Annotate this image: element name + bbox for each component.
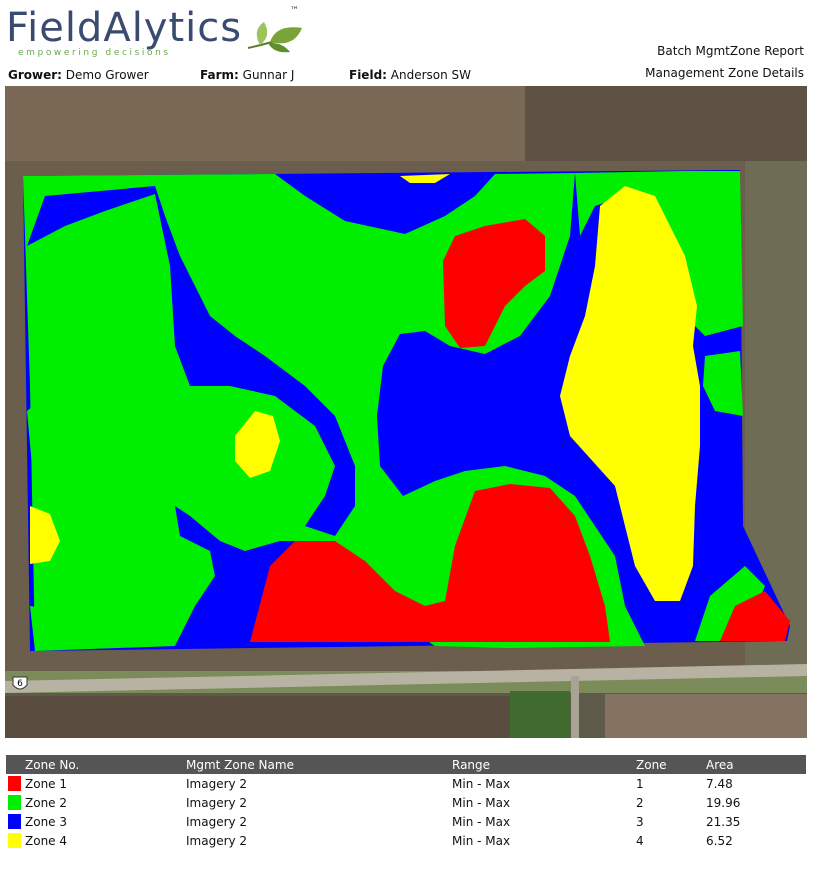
- road-shield: 6: [12, 676, 28, 690]
- header-zone: Zone: [634, 755, 704, 774]
- cell-zone: 2: [636, 795, 644, 810]
- table-header-row: Zone No. Mgmt Zone Name Range Zone Area: [6, 755, 806, 774]
- farm-info: Farm: Gunnar J: [200, 68, 294, 82]
- cell-zone-no: Zone 4: [25, 833, 67, 848]
- cell-range: Min - Max: [452, 814, 511, 829]
- zone-2-swatch: [6, 793, 23, 812]
- report-title: Batch MgmtZone Report: [657, 44, 804, 58]
- cell-zone: 4: [636, 833, 644, 848]
- cell-range: Min - Max: [452, 833, 511, 848]
- swatch-header: [6, 755, 23, 774]
- cell-area: 7.48: [706, 776, 733, 791]
- cell-area: 21.35: [706, 814, 741, 829]
- table-row: Zone 3 Imagery 2 Min - Max 3 21.35: [6, 812, 806, 831]
- farm-value: Gunnar J: [242, 68, 295, 82]
- grower-value: Demo Grower: [65, 68, 149, 82]
- header-zone-no: Zone No.: [23, 755, 184, 774]
- cell-range: Min - Max: [452, 795, 511, 810]
- fieldalytics-logo: FieldAlytics empowering decisions ™: [6, 6, 316, 58]
- farm-label: Farm:: [200, 68, 239, 82]
- grower-info: Grower: Demo Grower: [8, 68, 149, 82]
- header-range: Range: [450, 755, 634, 774]
- northeast-field-patch: [525, 86, 807, 161]
- table-row: Zone 1 Imagery 2 Min - Max 1 7.48: [6, 774, 806, 793]
- logo-wordmark: FieldAlytics: [6, 5, 243, 51]
- grower-label: Grower:: [8, 68, 62, 82]
- cell-area: 19.96: [706, 795, 741, 810]
- cell-name: Imagery 2: [186, 795, 248, 810]
- leaf-icon: [247, 22, 302, 53]
- zone-map: 6: [5, 86, 807, 738]
- north-field-patch: [5, 86, 525, 161]
- cell-name: Imagery 2: [186, 776, 248, 791]
- logo-tagline: empowering decisions: [18, 48, 171, 58]
- south-dirt-field: [5, 696, 565, 738]
- cell-zone-no: Zone 3: [25, 814, 67, 829]
- southeast-dirt-field: [605, 694, 807, 738]
- cell-zone: 1: [636, 776, 644, 791]
- cell-zone: 3: [636, 814, 644, 829]
- report-subtitle: Management Zone Details: [645, 66, 804, 80]
- cell-area: 6.52: [706, 833, 733, 848]
- field-value: Anderson SW: [390, 68, 472, 82]
- zone-3-swatch: [6, 812, 23, 831]
- cell-zone-no: Zone 1: [25, 776, 67, 791]
- zone-4-swatch: [6, 831, 23, 850]
- header-mgmt-zone-name: Mgmt Zone Name: [184, 755, 450, 774]
- cell-range: Min - Max: [452, 776, 511, 791]
- road-shield-number: 6: [17, 679, 23, 689]
- header-area: Area: [704, 755, 806, 774]
- cell-zone-no: Zone 2: [25, 795, 67, 810]
- table-row: Zone 2 Imagery 2 Min - Max 2 19.96: [6, 793, 806, 812]
- field-info: Field: Anderson SW: [349, 68, 471, 82]
- south-green-patch: [510, 691, 570, 738]
- trademark-mark: ™: [290, 6, 299, 16]
- cell-name: Imagery 2: [186, 833, 248, 848]
- cell-name: Imagery 2: [186, 814, 248, 829]
- field-label: Field:: [349, 68, 387, 82]
- zone-1-swatch: [6, 774, 23, 793]
- table-row: Zone 4 Imagery 2 Min - Max 4 6.52: [6, 831, 806, 850]
- zone-details-table: Zone No. Mgmt Zone Name Range Zone Area …: [6, 755, 806, 850]
- side-road: [571, 676, 579, 738]
